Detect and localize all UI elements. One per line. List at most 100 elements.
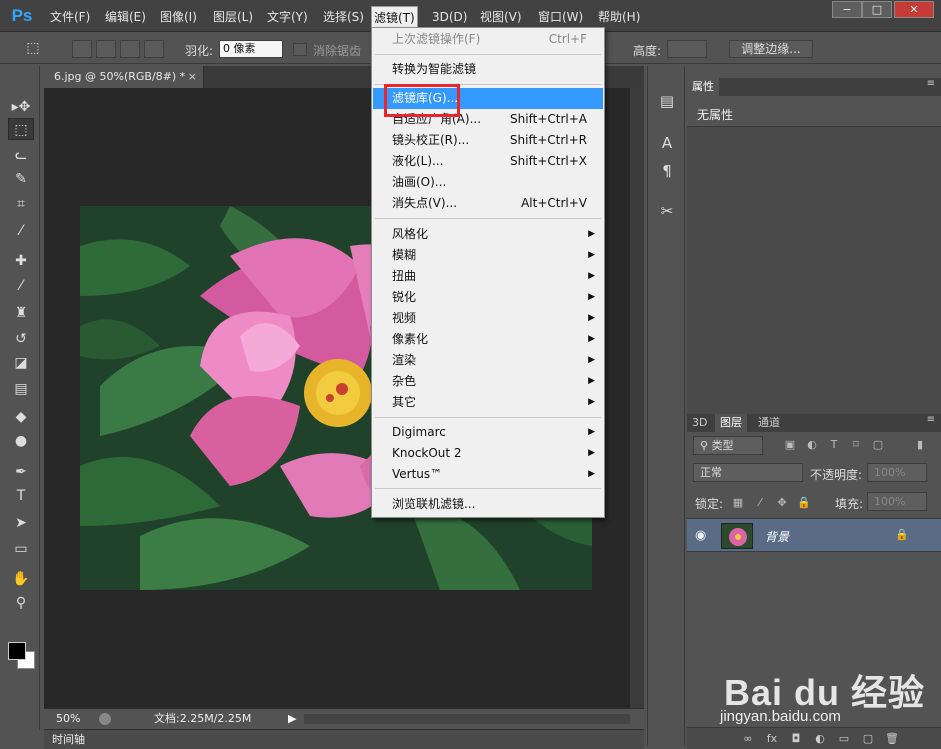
filter-menu-item[interactable]: 锐化 ▶ [373,287,603,308]
menu-select[interactable]: 选择(S) [321,8,366,26]
layer-name[interactable]: 背景 [765,528,789,545]
tool-presets-icon[interactable]: ✂ [656,200,678,222]
dodge-icon[interactable]: ● [8,430,34,452]
paragraph-panel-icon[interactable]: ¶ [656,160,678,182]
tab-properties[interactable]: 属性 [687,78,719,96]
document-tab[interactable]: 6.jpg @ 50%(RGB/8#) * × [44,66,204,88]
filter-menu-item[interactable]: 像素化 ▶ [373,329,603,350]
zoom-icon[interactable]: ⚲ [8,592,34,614]
layers-menu-icon[interactable]: ≡ [927,414,935,425]
status-menu-arrow-icon[interactable]: ▶ [288,709,296,729]
height-input[interactable] [667,40,707,58]
menu-view[interactable]: 视图(V) [478,8,524,26]
clone-stamp-icon[interactable]: ♜ [8,302,34,324]
filter-menu-item[interactable]: 消失点(V)... Alt+Ctrl+V [373,193,603,214]
close-button[interactable]: ✕ [894,1,934,18]
status-info-icon[interactable] [99,713,111,725]
blend-mode-select[interactable]: 正常 [693,463,803,482]
lock-position-icon[interactable]: ✥ [775,496,789,510]
menu-image[interactable]: 图像(I) [158,8,199,26]
subtract-selection-icon[interactable] [120,40,140,58]
tab-3d[interactable]: 3D [687,414,712,432]
visibility-eye-icon[interactable]: ◉ [695,528,706,543]
filter-type-icon[interactable]: T [827,438,841,452]
move-icon[interactable]: ▸✥ [8,96,34,118]
rect-marquee-icon[interactable]: ⬚ [8,118,34,140]
character-panel-icon[interactable]: A [656,132,678,154]
filter-menu-item[interactable]: 浏览联机滤镜... [373,494,603,515]
lock-all-icon[interactable]: 🔒 [797,496,811,510]
shape-icon[interactable]: ▭ [8,538,34,560]
filter-menu-item[interactable]: 渲染 ▶ [373,350,603,371]
filter-menu-item[interactable]: Digimarc ▶ [373,422,603,443]
foreground-color-swatch[interactable] [8,642,26,660]
crop-icon[interactable]: ⌗ [8,193,34,215]
filter-menu-item[interactable]: 风格化 ▶ [373,224,603,245]
menu-window[interactable]: 窗口(W) [536,8,585,26]
fill-input[interactable]: 100% [867,492,927,511]
new-selection-icon[interactable] [72,40,92,58]
antialias-checkbox[interactable] [293,43,307,56]
menu-filter[interactable]: 滤镜(T) [371,6,418,28]
zoom-level[interactable]: 50% [56,709,80,729]
path-select-icon[interactable]: ➤ [8,512,34,534]
filter-toggle-icon[interactable]: ▮ [913,438,927,452]
filter-menu-item[interactable]: 液化(L)... Shift+Ctrl+X [373,151,603,172]
gradient-icon[interactable]: ▤ [8,378,34,400]
hand-icon[interactable]: ✋ [8,568,34,590]
tab-layers[interactable]: 图层 [715,414,747,432]
marquee-preset-icon[interactable]: ⬚ [20,37,46,59]
timeline-panel-tab[interactable]: 时间轴 [44,729,644,749]
filter-menu-item[interactable]: 模糊 ▶ [373,245,603,266]
filter-menu-item[interactable]: KnockOut 2 ▶ [373,443,603,464]
history-brush-icon[interactable]: ↺ [8,328,34,350]
filter-menu-item[interactable]: 扭曲 ▶ [373,266,603,287]
blur-icon[interactable]: ◆ [8,406,34,428]
filter-menu-item[interactable]: 其它 ▶ [373,392,603,413]
quick-select-icon[interactable]: ✎ [8,168,34,190]
feather-input[interactable]: 0 像素 [219,40,283,58]
lasso-icon[interactable]: ᓚ [8,144,34,166]
restore-button[interactable]: □ [862,1,892,18]
menu-edit[interactable]: 编辑(E) [103,8,148,26]
filter-menu-item[interactable]: 转换为智能滤镜 [373,59,603,80]
layer-filter-kind[interactable]: ⚲ 类型 [693,436,763,455]
filter-menu-item[interactable]: 杂色 ▶ [373,371,603,392]
filter-adjust-icon[interactable]: ◐ [805,438,819,452]
menu-3d[interactable]: 3D(D) [430,8,469,26]
filter-smart-icon[interactable]: ▢ [871,438,885,452]
menu-file[interactable]: 文件(F) [48,8,92,26]
eraser-icon[interactable]: ◪ [8,352,34,374]
healing-brush-icon[interactable]: ✚ [8,250,34,272]
history-panel-icon[interactable]: ▤ [656,90,678,112]
eyedropper-icon[interactable]: ⁄ [8,220,34,242]
opacity-input[interactable]: 100% [867,463,927,482]
menu-type[interactable]: 文字(Y) [265,8,310,26]
status-hscroll[interactable] [304,714,630,724]
layer-row-background[interactable]: ◉ 背景 🔒 [687,518,941,552]
annotation-highlight-box [384,84,460,117]
intersect-selection-icon[interactable] [144,40,164,58]
refine-edge-button[interactable]: 调整边缘... [729,40,813,58]
panel-menu-icon[interactable]: ≡ [927,78,935,89]
lock-pixels-icon[interactable]: ▦ [731,496,745,510]
filter-menu-item[interactable]: 视频 ▶ [373,308,603,329]
tab-channels[interactable]: 通道 [753,414,785,432]
lock-paint-icon[interactable]: ⁄ [753,496,767,510]
filter-menu-item[interactable]: 油画(O)... [373,172,603,193]
close-tab-icon[interactable]: × [188,66,197,88]
pen-icon[interactable]: ✒ [8,461,34,483]
menu-help[interactable]: 帮助(H) [596,8,642,26]
menu-item-label: 其它 [392,395,417,409]
type-icon[interactable]: T [8,485,34,507]
minimize-button[interactable]: − [832,1,862,18]
document-tab-title: 6.jpg @ 50%(RGB/8#) * [54,70,186,83]
brush-icon[interactable]: ⁄ [8,275,34,297]
filter-pixel-icon[interactable]: ▣ [783,438,797,452]
filter-shape-icon[interactable]: ⌑ [849,438,863,452]
menu-layer[interactable]: 图层(L) [211,8,255,26]
add-selection-icon[interactable] [96,40,116,58]
canvas-scrollbar[interactable] [630,88,644,708]
filter-menu-item[interactable]: 镜头校正(R)... Shift+Ctrl+R [373,130,603,151]
filter-menu-item[interactable]: Vertus™ ▶ [373,464,603,485]
